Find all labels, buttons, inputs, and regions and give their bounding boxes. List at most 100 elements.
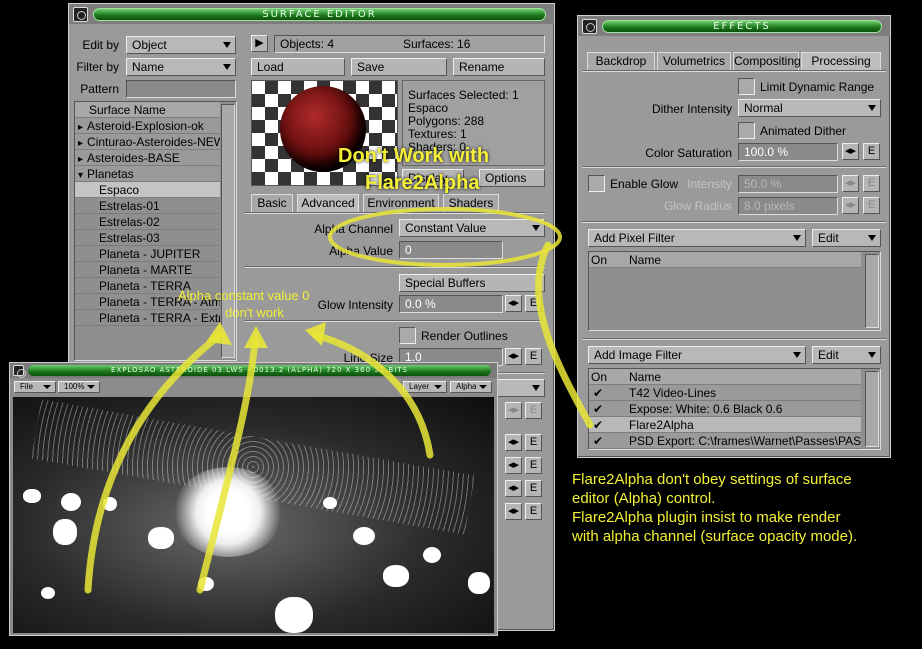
edit-label: Edit (818, 348, 839, 362)
surface-group-item[interactable]: ▾ Planetas (75, 166, 220, 182)
file-menu[interactable]: File (14, 381, 56, 393)
edit-by-dropdown[interactable]: Object (126, 36, 236, 54)
color-saturation-input[interactable]: 100.0 % (738, 143, 838, 161)
image-filter-list[interactable]: On Name ✔ T42 Video-Lines ✔ Expose: White: … (588, 368, 881, 450)
surface-list-item[interactable]: Planeta - JUPITER (75, 246, 220, 262)
alpha-channel-value: Constant Value (405, 221, 487, 235)
layer-dropdown[interactable]: Layer (403, 381, 447, 393)
glow-radius-envelope-button[interactable]: E (863, 197, 880, 214)
hidden-envelope-button[interactable]: E (525, 434, 542, 451)
triangle-right-icon[interactable]: ▸ (75, 122, 87, 133)
check-icon[interactable]: ✔ (593, 385, 603, 400)
image-filter-row[interactable]: ✔ T42 Video-Lines (589, 385, 861, 401)
pattern-input[interactable] (126, 80, 236, 98)
intensity-envelope-button[interactable]: E (863, 175, 880, 192)
alpha-channel-dropdown[interactable]: Constant Value (399, 219, 545, 237)
intensity-input[interactable]: 50.0 % (738, 175, 838, 193)
window-menu-icon[interactable] (13, 365, 26, 378)
surface-list-item[interactable]: Planeta - TERRA - Extra (75, 310, 220, 326)
add-image-filter-dropdown[interactable]: Add Image Filter (588, 346, 806, 364)
stepper-arrows-icon: ◂▸ (507, 482, 520, 494)
surface-list-item[interactable]: Planeta - MARTE (75, 262, 220, 278)
color-saturation-stepper[interactable]: ◂▸ (842, 143, 859, 160)
pixel-filter-list[interactable]: On Name (588, 251, 881, 331)
rename-button[interactable]: Rename (453, 58, 545, 76)
render-image[interactable] (13, 397, 494, 633)
limit-dynamic-range-checkbox[interactable] (738, 78, 755, 95)
window-menu-icon[interactable] (582, 19, 597, 34)
render-outlines-checkbox[interactable] (399, 327, 416, 344)
image-filter-row[interactable]: ✔ Expose: White: 0.6 Black 0.6 (589, 401, 861, 417)
effects-titlebar[interactable]: Effects (578, 16, 890, 36)
window-menu-icon[interactable] (73, 7, 88, 22)
pixel-filter-scrollbar[interactable] (865, 254, 879, 328)
triangle-down-icon[interactable]: ▾ (75, 170, 87, 181)
surface-group-item[interactable]: ▸ Asteroides-BASE (75, 150, 220, 166)
render-outlines-label: Render Outlines (421, 329, 508, 343)
surface-editor-title: Surface Editor (93, 8, 546, 21)
line-size-envelope-button[interactable]: E (525, 348, 542, 365)
tab-processing[interactable]: Processing (801, 52, 881, 70)
stepper-arrows-icon: ◂▸ (507, 459, 520, 471)
surface-editor-titlebar[interactable]: Surface Editor (69, 4, 554, 24)
animated-dither-checkbox[interactable] (738, 122, 755, 139)
hidden-envelope-button[interactable]: E (525, 457, 542, 474)
hidden-stepper[interactable]: ◂▸ (505, 402, 522, 419)
save-button[interactable]: Save (351, 58, 447, 76)
zoom-dropdown[interactable]: 100% (58, 381, 100, 393)
intensity-stepper[interactable]: ◂▸ (842, 175, 859, 192)
hidden-stepper[interactable]: ◂▸ (505, 480, 522, 497)
surface-list-item[interactable]: Estrelas-01 (75, 198, 220, 214)
check-icon[interactable]: ✔ (593, 433, 603, 448)
triangle-right-icon[interactable]: ▸ (75, 154, 87, 165)
glow-intensity-stepper[interactable]: ◂▸ (505, 295, 522, 312)
triangle-right-icon[interactable]: ▸ (75, 138, 87, 149)
load-button[interactable]: Load (251, 58, 345, 76)
add-pixel-filter-dropdown[interactable]: Add Pixel Filter (588, 229, 806, 247)
pixel-filter-edit-dropdown[interactable]: Edit (812, 229, 881, 247)
tab-shaders[interactable]: Shaders (443, 194, 499, 212)
image-filter-edit-dropdown[interactable]: Edit (812, 346, 881, 364)
hidden-envelope-button[interactable]: E (525, 480, 542, 497)
check-icon[interactable]: ✔ (593, 417, 603, 432)
tab-compositing[interactable]: Compositing (733, 52, 801, 70)
alpha-value-input[interactable]: 0 (399, 241, 503, 259)
hidden-envelope-button[interactable]: E (525, 402, 542, 419)
tab-environment[interactable]: Environment (363, 194, 439, 212)
surface-list-header[interactable]: Surface Name (75, 102, 220, 118)
col-name: Name (629, 253, 662, 267)
hidden-stepper[interactable]: ◂▸ (505, 457, 522, 474)
line-size-stepper[interactable]: ◂▸ (505, 348, 522, 365)
tab-advanced[interactable]: Advanced (297, 194, 359, 212)
surface-list-item[interactable]: Estrelas-03 (75, 230, 220, 246)
hidden-envelope-button[interactable]: E (525, 503, 542, 520)
tab-backdrop[interactable]: Backdrop (587, 52, 655, 70)
options-button[interactable]: Options (479, 169, 545, 187)
tab-volumetrics[interactable]: Volumetrics (657, 52, 731, 70)
hidden-stepper[interactable]: ◂▸ (505, 434, 522, 451)
image-filter-row[interactable]: ✔ Flare2Alpha (589, 417, 861, 433)
enable-glow-checkbox[interactable] (588, 175, 605, 192)
surface-list-item[interactable]: Espaco (75, 182, 220, 198)
play-button[interactable]: ▶ (251, 35, 268, 52)
tab-basic[interactable]: Basic (251, 194, 293, 212)
alpha-dropdown[interactable]: Alpha (450, 381, 492, 393)
glow-radius-input[interactable]: 8.0 pixels (738, 197, 838, 215)
glow-radius-stepper[interactable]: ◂▸ (842, 197, 859, 214)
image-filter-scrollbar[interactable] (865, 371, 879, 447)
hidden-stepper[interactable]: ◂▸ (505, 503, 522, 520)
color-saturation-envelope-button[interactable]: E (863, 143, 880, 160)
glow-intensity-input[interactable]: 0.0 % (399, 295, 503, 313)
glow-intensity-envelope-button[interactable]: E (525, 295, 542, 312)
surface-group-item[interactable]: ▸ Asteroid-Explosion-ok (75, 118, 220, 134)
surface-group-item[interactable]: ▸Cinturao-Asteroides-NEW E (75, 134, 220, 150)
special-buffers-button[interactable]: Special Buffers (399, 274, 545, 292)
surface-preview[interactable] (251, 80, 398, 186)
surface-list-item[interactable]: Estrelas-02 (75, 214, 220, 230)
render-titlebar[interactable]: Explosao Asteroide 03.lws - 0013.2 (Alph… (10, 363, 497, 378)
image-filter-row[interactable]: ✔ PSD Export: C:\frames\Warnet\Passes\PAS… (589, 433, 861, 449)
check-icon[interactable]: ✔ (593, 401, 603, 416)
dither-intensity-dropdown[interactable]: Normal (738, 99, 881, 117)
surface-list[interactable]: Surface Name ▸ Asteroid-Explosion-ok ▸ Cint… (74, 101, 237, 361)
filter-by-dropdown[interactable]: Name (126, 58, 236, 76)
